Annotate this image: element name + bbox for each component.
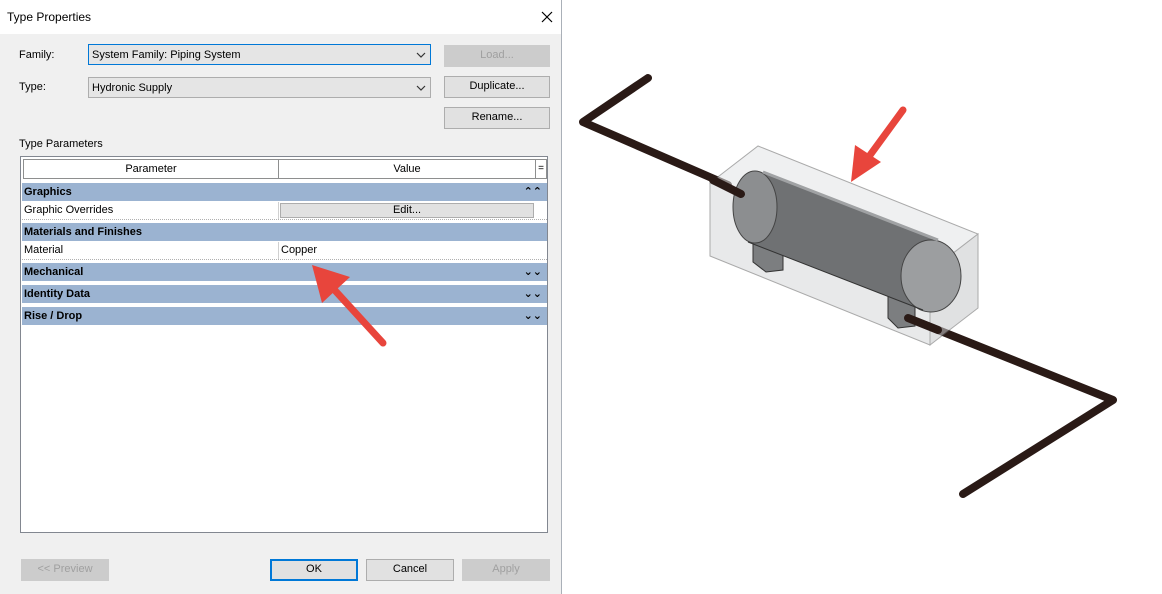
ok-button[interactable]: OK (270, 559, 358, 581)
value-column-header[interactable]: Value (278, 159, 536, 179)
group-label: Graphics (24, 186, 72, 198)
formula-column-header[interactable]: = (535, 159, 547, 179)
graphic-overrides-edit-button[interactable]: Edit... (280, 203, 534, 218)
load-button[interactable]: Load... (444, 45, 550, 67)
annotation-arrow-material (312, 265, 387, 347)
group-rise-drop[interactable]: Rise / Drop ⌄⌄ (22, 307, 547, 325)
column-divider (278, 202, 279, 219)
family-value: System Family: Piping System (92, 49, 241, 61)
type-value: Hydronic Supply (92, 82, 173, 94)
family-label: Family: (19, 49, 55, 61)
type-parameters-label: Type Parameters (19, 138, 103, 150)
expand-icon[interactable]: ⌄⌄ (524, 307, 542, 325)
close-icon[interactable] (538, 8, 556, 26)
rename-button[interactable]: Rename... (444, 107, 550, 129)
apply-button[interactable]: Apply (462, 559, 550, 581)
group-mechanical[interactable]: Mechanical ⌄⌄ (22, 263, 547, 281)
3d-viewport[interactable] (563, 0, 1162, 594)
column-divider (278, 242, 279, 259)
group-identity-data[interactable]: Identity Data ⌄⌄ (22, 285, 547, 303)
expand-icon[interactable]: ⌄⌄ (524, 285, 542, 303)
collapse-icon[interactable]: ⌃⌃ (524, 183, 542, 201)
pipe-right-segment (904, 314, 1117, 498)
chevron-down-icon (416, 85, 426, 91)
param-row-material[interactable]: Material Copper (22, 242, 547, 260)
expand-icon[interactable]: ⌄⌄ (524, 263, 542, 281)
parameter-column-header[interactable]: Parameter (23, 159, 279, 179)
chevron-down-icon (416, 52, 426, 58)
pipe-left-segment (579, 74, 732, 189)
group-materials-and-finishes[interactable]: Materials and Finishes (22, 223, 547, 241)
type-dropdown[interactable]: Hydronic Supply (88, 77, 431, 98)
group-graphics[interactable]: Graphics ⌃⌃ (22, 183, 547, 201)
type-properties-dialog: Type Properties Family: System Family: P… (0, 0, 562, 594)
group-label: Materials and Finishes (24, 226, 142, 238)
dialog-title: Type Properties (7, 10, 92, 24)
duplicate-button[interactable]: Duplicate... (444, 76, 550, 98)
group-label: Mechanical (24, 266, 84, 278)
title-bar[interactable]: Type Properties (0, 0, 561, 34)
cancel-button[interactable]: Cancel (366, 559, 454, 581)
group-label: Rise / Drop (24, 310, 83, 322)
type-parameters-grid: Parameter Value = Graphics ⌃⌃ Graphic Ov… (20, 156, 548, 533)
family-dropdown[interactable]: System Family: Piping System (88, 44, 431, 65)
type-label: Type: (19, 81, 46, 93)
preview-button[interactable]: << Preview (21, 559, 109, 581)
param-row-graphic-overrides: Graphic Overrides Edit... (22, 202, 547, 220)
param-name: Material (24, 244, 64, 256)
param-name: Graphic Overrides (24, 204, 114, 216)
annotation-arrow-tank (851, 106, 907, 182)
group-label: Identity Data (24, 288, 91, 300)
